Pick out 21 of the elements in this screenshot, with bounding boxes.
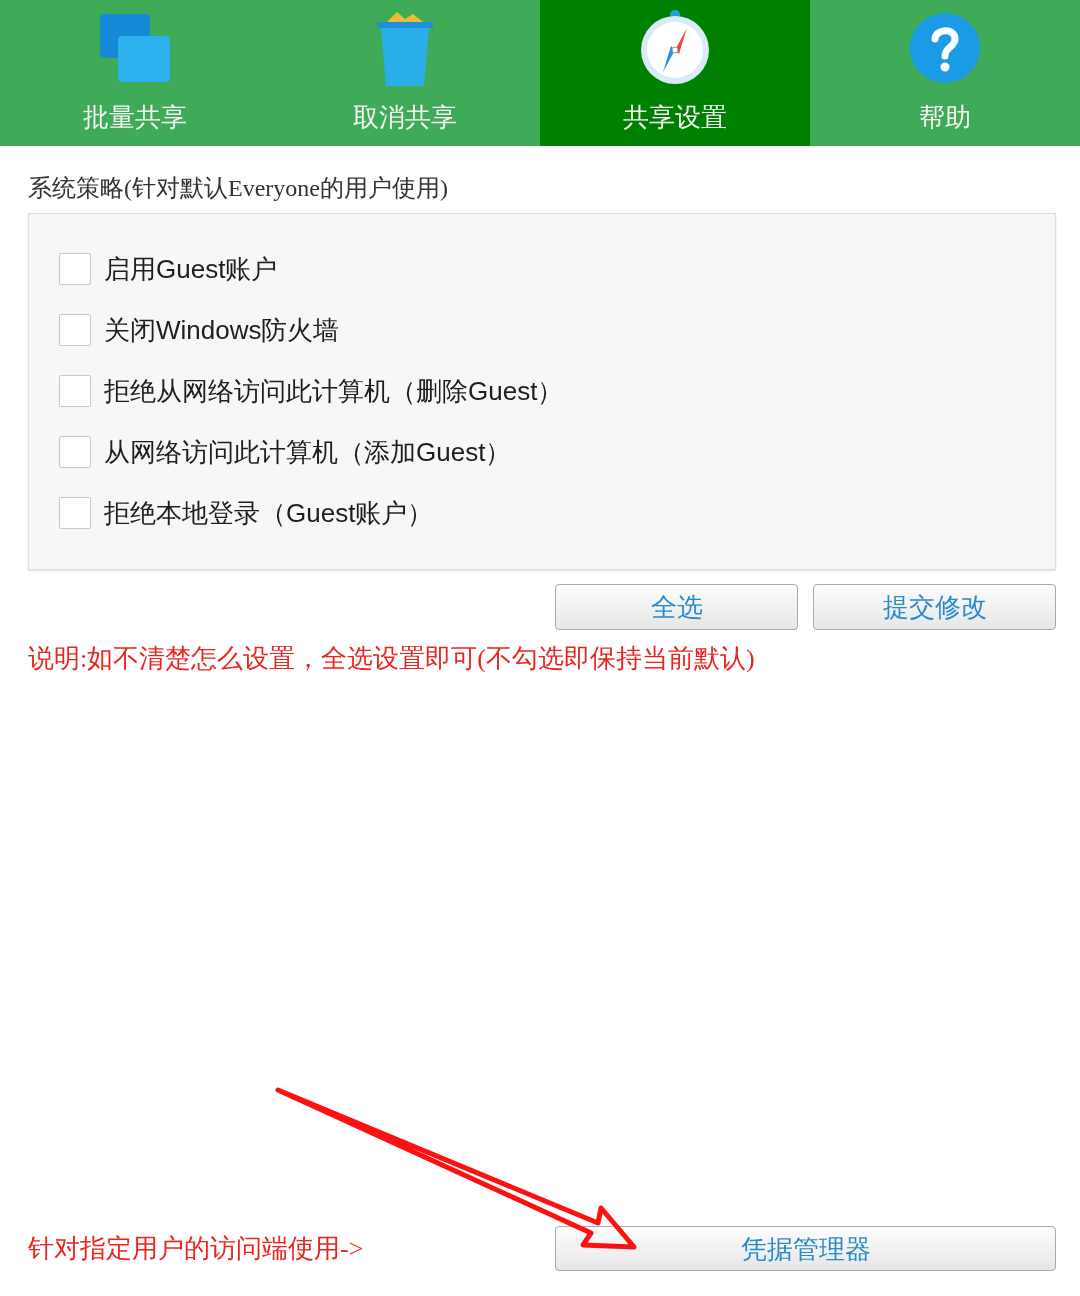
checkbox[interactable] bbox=[59, 252, 91, 285]
checkbox-label: 启用Guest账户 bbox=[104, 252, 278, 286]
submit-button[interactable]: 提交修改 bbox=[813, 584, 1056, 630]
trash-bin-icon bbox=[375, 10, 435, 86]
checkbox-label: 拒绝本地登录（Guest账户） bbox=[104, 496, 434, 530]
group-title: 系统策略(针对默认Everyone的用户使用) bbox=[28, 174, 448, 203]
checkbox-label: 从网络访问此计算机（添加Guest） bbox=[104, 435, 512, 469]
checkbox[interactable] bbox=[59, 374, 91, 407]
compass-icon bbox=[639, 10, 711, 86]
note-text: 说明:如不清楚怎么设置，全选设置即可(不勾选即保持当前默认) bbox=[28, 643, 755, 675]
credential-manager-button[interactable]: 凭据管理器 bbox=[555, 1226, 1056, 1271]
help-icon bbox=[910, 13, 980, 83]
checkbox-label: 拒绝从网络访问此计算机（删除Guest） bbox=[104, 374, 564, 408]
checkbox[interactable] bbox=[59, 496, 91, 529]
checkbox[interactable] bbox=[59, 313, 91, 346]
select-all-button[interactable]: 全选 bbox=[555, 584, 798, 630]
toolbar-tab[interactable]: 共享设置 bbox=[540, 0, 810, 146]
checkbox-label: 关闭Windows防火墙 bbox=[104, 313, 340, 347]
overlapping-squares-icon bbox=[100, 14, 170, 82]
hint-text: 针对指定用户的访问端使用-> bbox=[28, 1232, 364, 1265]
checkbox[interactable] bbox=[59, 435, 91, 468]
